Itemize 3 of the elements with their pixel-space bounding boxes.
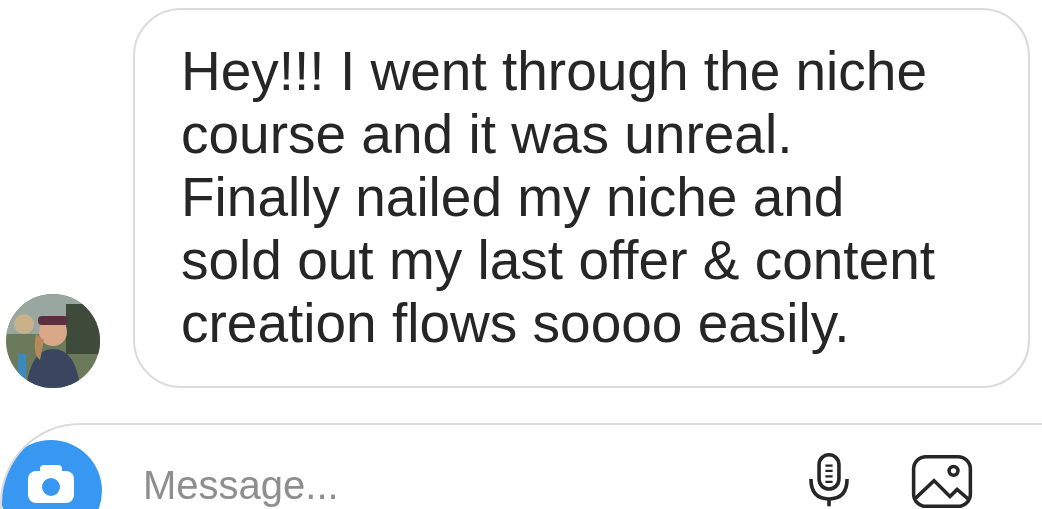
camera-icon <box>26 463 76 505</box>
message-text: Hey!!! I went through the niche course and it was unreal. Finally nailed my niche and sold out my last offer & content creation flows soooo easily. <box>181 40 937 355</box>
message-input[interactable]: Message... <box>143 461 743 509</box>
